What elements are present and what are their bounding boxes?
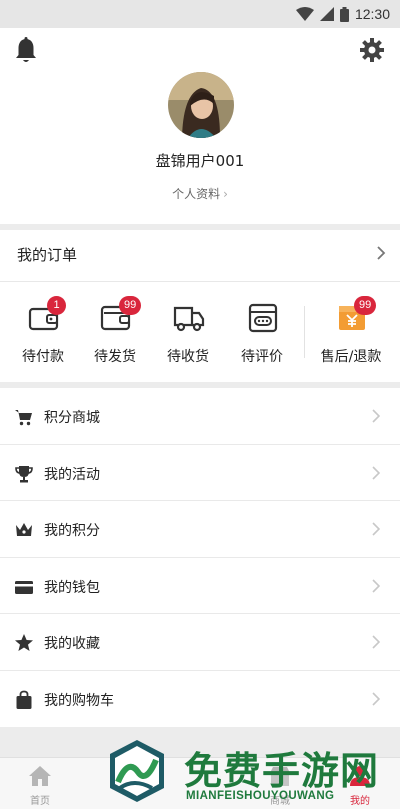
order-label: 待发货 (94, 349, 136, 365)
order-badge: 99 (119, 296, 142, 315)
menu-label: 我的活动 (44, 466, 100, 483)
menu-item-my-points[interactable]: 我的积分 (0, 501, 400, 558)
profile-link[interactable]: 个人资料 › (0, 185, 400, 202)
order-pending-shipment[interactable]: 99 待发货 (79, 282, 151, 382)
card-icon (15, 580, 33, 594)
order-divider (304, 306, 305, 358)
order-badge: 99 (354, 296, 377, 315)
watermark-subtext: MIANFEISHOUYOUWANG (186, 790, 335, 802)
battery-icon (339, 6, 349, 22)
order-refund[interactable]: 99 售后/退款 (314, 282, 388, 382)
star-icon (15, 634, 33, 651)
wifi-icon (295, 7, 314, 21)
status-bar: 12:30 (0, 0, 400, 28)
bell-icon[interactable] (14, 37, 38, 65)
status-icons: 12:30 (295, 5, 390, 23)
cart-icon (15, 410, 32, 426)
menu-item-my-cart[interactable]: 我的购物车 (0, 671, 400, 728)
chevron-right-icon (377, 246, 386, 260)
chevron-right-icon (372, 409, 380, 423)
chevron-right-icon (372, 691, 380, 706)
menu-item-points-mall[interactable]: 积分商城 (0, 388, 400, 445)
menu-label: 我的积分 (44, 523, 100, 539)
shopping-bag-icon (16, 690, 32, 709)
watermark-overlay: 免费手游网 MIANFEISHOUYOUWANG (104, 738, 400, 809)
trophy-icon (15, 465, 33, 482)
chevron-right-icon (372, 465, 380, 480)
truck-icon (173, 306, 205, 332)
signal-icon (319, 7, 334, 21)
order-label: 待收货 (167, 349, 209, 365)
menu-label: 积分商城 (44, 410, 100, 426)
avatar[interactable] (168, 72, 234, 138)
tab-home[interactable]: 首页 (0, 758, 80, 809)
menu-label: 我的钱包 (44, 579, 100, 596)
watermark-logo (110, 740, 164, 802)
order-pending-review[interactable]: 待评价 (226, 282, 298, 382)
order-pending-payment[interactable]: 1 待付款 (7, 282, 79, 382)
order-pending-receipt[interactable]: 待收货 (152, 282, 224, 382)
chevron-right-icon (372, 522, 380, 536)
home-icon (29, 766, 51, 786)
username: 盘锦用户001 (155, 152, 245, 170)
menu-item-my-activities[interactable]: 我的活动 (0, 445, 400, 501)
gear-icon[interactable] (360, 38, 384, 62)
chevron-right-icon: › (223, 187, 228, 201)
crown-icon (16, 523, 32, 536)
order-label: 售后/退款 (320, 349, 382, 365)
orders-header[interactable]: 我的订单 (0, 230, 400, 282)
menu-label: 我的收藏 (44, 636, 100, 652)
order-status-row: 1 待付款 99 待发货 待收货 待评价 99 售后/退款 (0, 282, 400, 382)
orders-section: 我的订单 1 待付款 99 待发货 待收货 待评价 99 售后/退款 (0, 230, 400, 382)
order-label: 待评价 (241, 349, 283, 365)
menu-list: 积分商城 我的活动 我的积分 我的钱包 我的收藏 我的购物车 (0, 388, 400, 727)
comment-box-icon (248, 303, 278, 333)
watermark-text: 免费手游网 (184, 749, 380, 793)
status-time: 12:30 (354, 6, 390, 22)
orders-title: 我的订单 (17, 246, 78, 264)
menu-label: 我的购物车 (44, 692, 114, 709)
menu-item-my-favorites[interactable]: 我的收藏 (0, 614, 400, 671)
order-label: 待付款 (22, 349, 64, 365)
order-badge: 1 (47, 296, 66, 315)
profile-header: 盘锦用户001 个人资料 › (0, 28, 400, 224)
tab-label: 首页 (30, 796, 50, 807)
chevron-right-icon (372, 635, 380, 649)
chevron-right-icon (372, 578, 380, 593)
menu-item-my-wallet[interactable]: 我的钱包 (0, 558, 400, 614)
profile-link-label: 个人资料 (172, 187, 221, 201)
